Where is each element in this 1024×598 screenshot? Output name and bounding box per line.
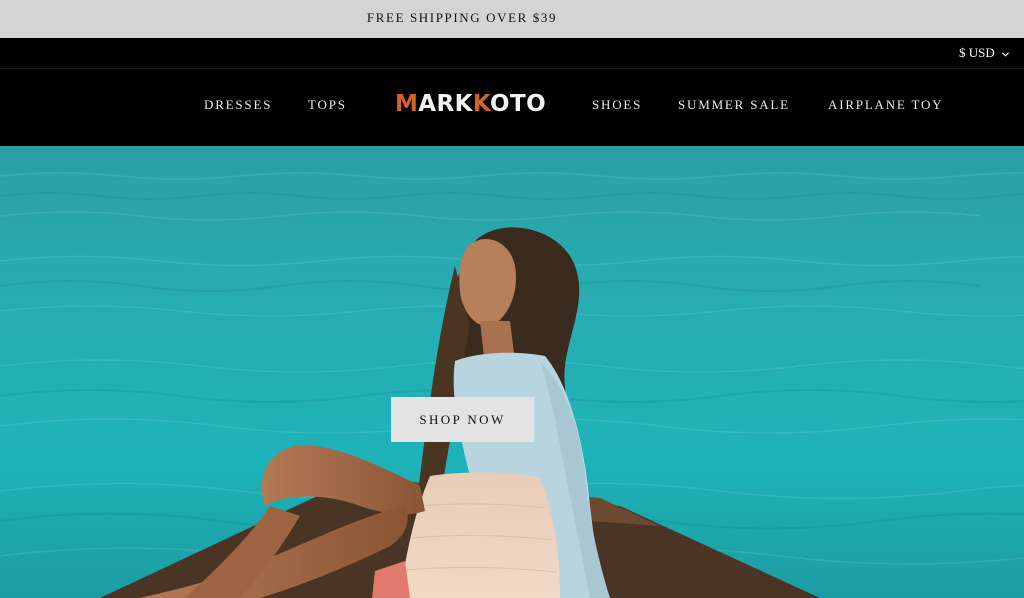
nav-tops[interactable]: TOPS xyxy=(308,97,347,113)
nav-airplane-toy[interactable]: AIRPLANE TOY xyxy=(828,97,943,113)
currency-selector[interactable]: $ USD xyxy=(959,42,1010,64)
nav-summer-sale[interactable]: SUMMER SALE xyxy=(678,97,790,113)
currency-label: $ USD xyxy=(958,45,995,60)
logo-letter-k: K xyxy=(472,91,491,117)
announcement-text: FREE SHIPPING OVER $39 xyxy=(366,10,558,25)
logo[interactable]: MARKKOTO xyxy=(395,91,546,117)
nav-shoes[interactable]: SHOES xyxy=(592,97,642,113)
logo-ark: ARK xyxy=(418,91,473,117)
hero-image xyxy=(0,146,1024,598)
site-header: $ USD DRESSES TOPS MARKKOTO SHOES SUMMER… xyxy=(0,38,1024,146)
logo-letter-m: M xyxy=(395,91,419,117)
hero-banner: SHOP NOW xyxy=(0,146,1024,598)
shop-now-button[interactable]: SHOP NOW xyxy=(391,397,534,442)
header-divider xyxy=(0,68,1024,69)
logo-oto: OTO xyxy=(490,91,547,117)
announcement-bar: FREE SHIPPING OVER $39 xyxy=(0,0,1024,38)
nav-dresses[interactable]: DRESSES xyxy=(204,97,272,113)
chevron-down-icon xyxy=(1001,51,1010,57)
